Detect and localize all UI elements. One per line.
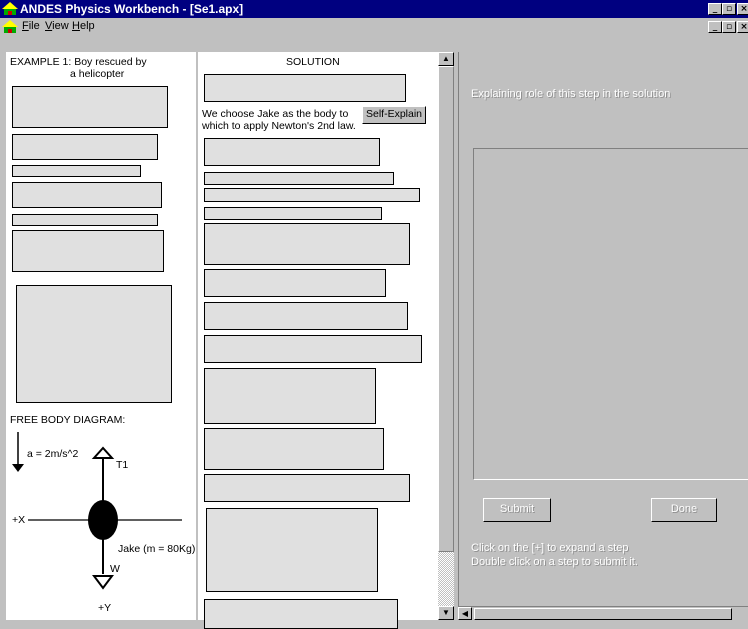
self-explain-button[interactable]: Self-Explain <box>362 106 426 124</box>
andes-app-icon <box>2 2 18 15</box>
maximize-button[interactable]: ▫ <box>722 3 736 15</box>
problem-image-box[interactable] <box>16 285 172 403</box>
problem-box[interactable] <box>12 86 168 128</box>
mdi-close-button[interactable]: × <box>737 21 748 33</box>
solution-step[interactable] <box>204 172 394 185</box>
solution-step[interactable] <box>204 223 410 265</box>
solution-pane: SOLUTION We choose Jake as the body to w… <box>198 52 454 629</box>
title-bar: ANDES Physics Workbench - [Se1.apx] _ ▫ … <box>0 0 748 18</box>
example-pane: EXAMPLE 1: Boy rescued by a helicopter F… <box>6 52 196 620</box>
mdi-minimize-button[interactable]: _ <box>708 21 722 33</box>
solution-step[interactable] <box>206 508 378 592</box>
menu-bar: File View Help _ ▫ × <box>0 18 748 36</box>
solution-step[interactable] <box>204 474 410 502</box>
solution-step[interactable] <box>204 368 376 424</box>
scroll-thumb[interactable] <box>438 66 454 552</box>
problem-box[interactable] <box>12 134 158 160</box>
problem-box[interactable] <box>12 230 164 272</box>
solution-heading: SOLUTION <box>286 56 340 68</box>
solution-step[interactable] <box>204 599 398 629</box>
problem-box[interactable] <box>12 182 162 208</box>
help-line2: Double click on a step to submit it. <box>471 556 638 568</box>
window-title: ANDES Physics Workbench - [Se1.apx] <box>20 2 244 16</box>
solution-scrollbar[interactable]: ▲ ▼ <box>438 52 454 620</box>
scroll-down-icon[interactable]: ▼ <box>438 606 454 620</box>
example-title-line2: a helicopter <box>70 68 125 80</box>
menu-file[interactable]: File <box>22 20 40 32</box>
solution-step[interactable] <box>204 74 406 102</box>
help-line1: Click on the [+] to expand a step <box>471 542 629 554</box>
document-icon[interactable] <box>2 20 18 34</box>
menu-help[interactable]: Help <box>72 20 95 32</box>
menu-view[interactable]: View <box>45 20 69 32</box>
problem-box[interactable] <box>12 214 158 226</box>
plus-x-label: +X <box>12 514 26 526</box>
scroll-left-icon[interactable]: ◀ <box>458 607 472 620</box>
horizontal-scrollbar[interactable]: ◀ <box>458 606 748 620</box>
fbd-heading: FREE BODY DIAGRAM: <box>10 414 126 426</box>
solution-step[interactable] <box>204 302 408 330</box>
submit-button[interactable]: Submit <box>483 498 551 522</box>
minimize-button[interactable]: _ <box>708 3 722 15</box>
explain-pane: Explaining role of this step in the solu… <box>458 52 748 620</box>
mdi-restore-button[interactable]: ▫ <box>722 21 736 33</box>
plus-y-label: +Y <box>98 602 112 614</box>
step-text-line2[interactable]: which to apply Newton's 2nd law. <box>202 120 356 132</box>
solution-step[interactable] <box>204 138 380 166</box>
tension-label: T1 <box>116 459 129 471</box>
explanation-area[interactable] <box>473 148 748 480</box>
solution-step[interactable] <box>204 269 386 297</box>
close-button[interactable]: × <box>737 3 748 15</box>
explain-prompt: Explaining role of this step in the solu… <box>471 88 671 100</box>
acceleration-label: a = 2m/s^2 <box>27 448 79 460</box>
body-label: Jake (m = 80Kg) <box>118 543 196 555</box>
hscroll-thumb[interactable] <box>474 608 732 620</box>
solution-step[interactable] <box>204 188 420 202</box>
scroll-up-icon[interactable]: ▲ <box>438 52 454 66</box>
frame-strip <box>0 36 748 52</box>
solution-step[interactable] <box>204 335 422 363</box>
problem-box[interactable] <box>12 165 141 177</box>
solution-step[interactable] <box>204 207 382 220</box>
step-text-line1[interactable]: We choose Jake as the body to <box>202 108 348 120</box>
weight-label: W <box>110 563 120 575</box>
done-button[interactable]: Done <box>651 498 717 522</box>
example-title-line1: EXAMPLE 1: Boy rescued by <box>10 56 147 68</box>
solution-step[interactable] <box>204 428 384 470</box>
